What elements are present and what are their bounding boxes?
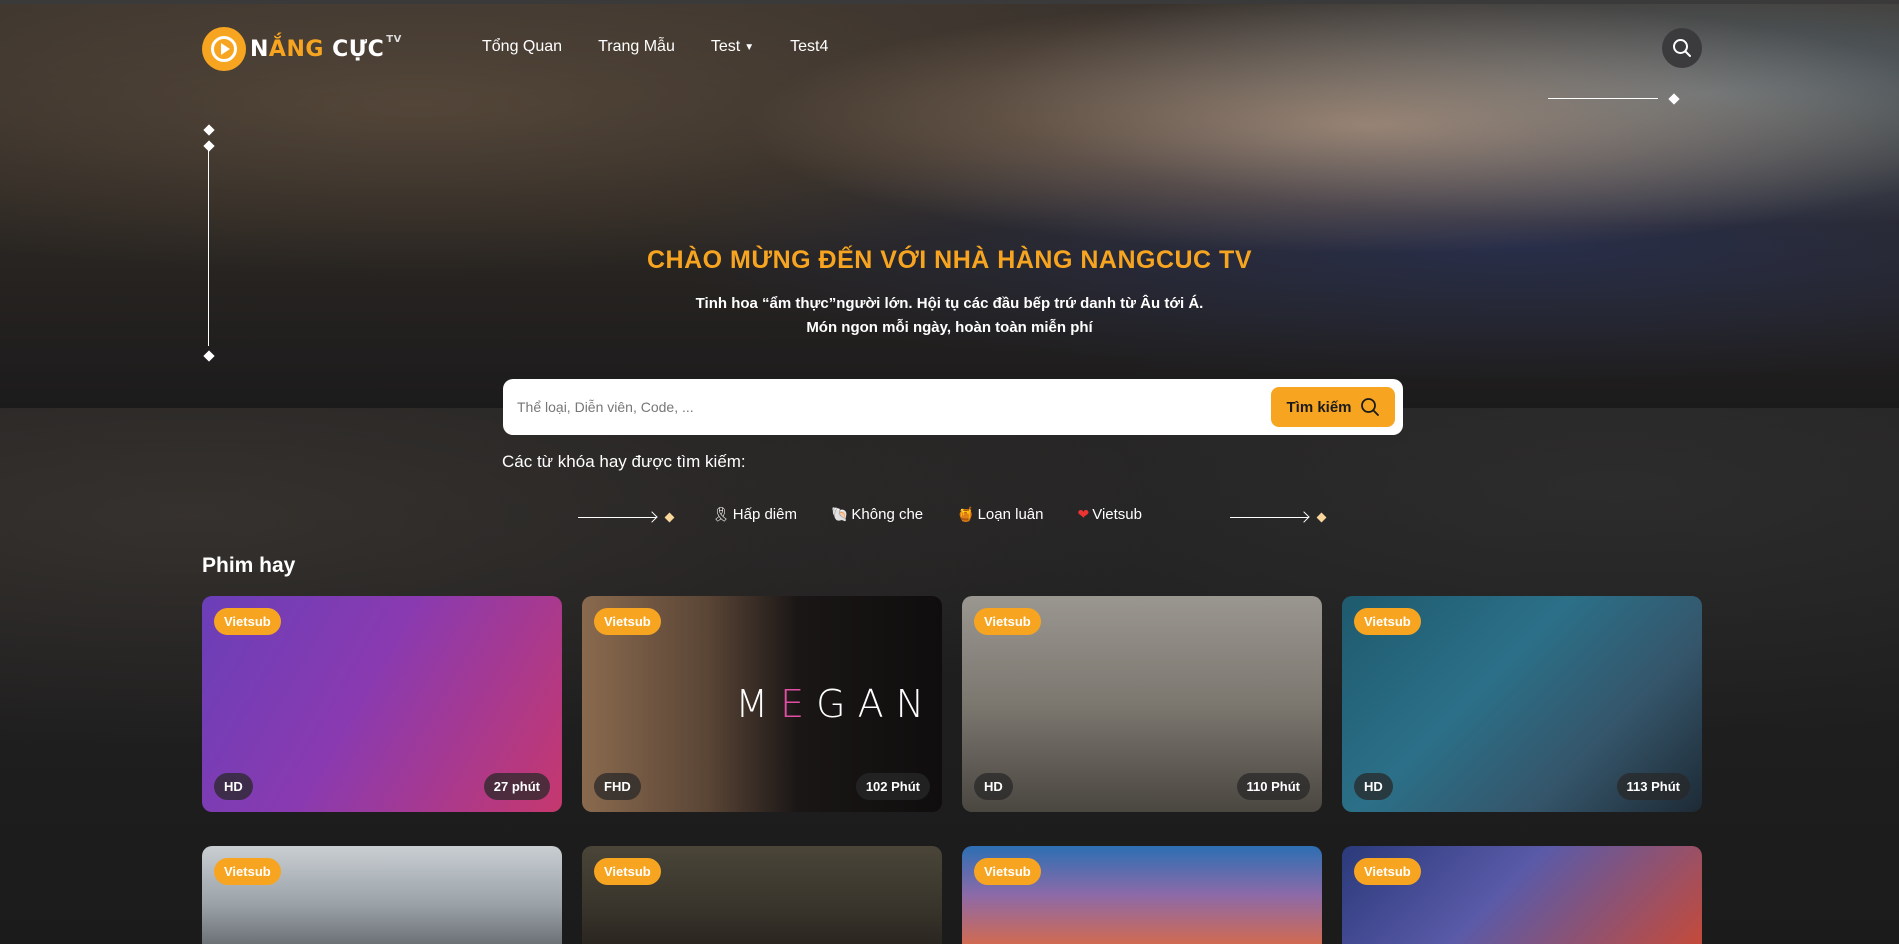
keyword-label: Vietsub xyxy=(1092,506,1142,523)
shell-icon: 🐚 xyxy=(830,506,849,522)
honey-pot-icon: 🍯 xyxy=(957,506,975,522)
keywords-title: Các từ khóa hay được tìm kiếm: xyxy=(502,452,746,471)
hero-subtitle-line-1: Tinh hoa “ẩm thực”người lớn. Hội tụ các … xyxy=(695,295,1204,312)
nav-label: Test xyxy=(710,38,741,55)
section-title: Phim hay xyxy=(202,554,296,577)
nav-label: Tổng Quan xyxy=(482,38,563,55)
keyword-loan-luan[interactable]: 🍯 Loạn luân xyxy=(957,506,1043,523)
vietsub-badge: Vietsub xyxy=(1354,858,1421,885)
vietsub-badge: Vietsub xyxy=(594,858,661,885)
vietsub-badge: Vietsub xyxy=(974,858,1041,885)
heart-icon: ❤ xyxy=(1077,506,1090,522)
hero-title: CHÀO MỪNG ĐẾN VỚI NHÀ HÀNG NANGCUC TV xyxy=(646,246,1252,274)
nav-item-test4[interactable]: Test4 xyxy=(790,38,828,56)
search-submit-button[interactable]: Tìm kiếm xyxy=(1271,387,1395,427)
nav-item-tong-quan[interactable]: Tổng Quan xyxy=(482,38,562,56)
movie-card[interactable]: Vietsub xyxy=(202,846,562,944)
quality-badge: HD xyxy=(214,773,253,800)
movie-card[interactable]: Vietsub HD 27 phút xyxy=(202,596,562,812)
nav-item-trang-mau[interactable]: Trang Mẫu xyxy=(598,38,675,56)
logo-prefix: N xyxy=(250,36,269,62)
movie-card[interactable]: Vietsub MEGAN FHD 102 Phút xyxy=(582,596,942,812)
vietsub-badge: Vietsub xyxy=(594,608,661,635)
decor-horizontal-line xyxy=(1548,93,1680,105)
nav-item-test[interactable]: Test ▼ xyxy=(711,38,754,56)
ribbon-icon: 🎗 xyxy=(712,506,730,522)
duration-badge: 27 phút xyxy=(483,773,550,800)
search-icon xyxy=(1673,39,1691,57)
hero-subtitle-line-2: Món ngon mỗi ngày, hoàn toàn miễn phí xyxy=(806,319,1093,336)
decor-arrow-left xyxy=(578,510,675,526)
main-nav: Tổng Quan Trang Mẫu Test ▼ Test4 xyxy=(482,38,828,56)
hero-subtitle: Tinh hoa “ẩm thực”người lớn. Hội tụ các … xyxy=(0,292,1899,340)
duration-badge: 113 Phút xyxy=(1616,773,1690,800)
movie-card[interactable]: Vietsub HD 110 Phút xyxy=(962,596,1322,812)
logo-text: NẮNG CỰC TV xyxy=(250,33,402,62)
decor-arrow-right xyxy=(1230,510,1327,526)
search-box: Tìm kiếm xyxy=(503,379,1403,435)
movie-card[interactable]: Vietsub HD 113 Phút xyxy=(1342,596,1702,812)
keyword-list: 🎗 Hấp diêm 🐚 Không che 🍯 Loạn luân ❤ Vietsub xyxy=(712,506,1142,523)
keyword-label: Hấp diêm xyxy=(732,506,797,523)
nav-label: Test4 xyxy=(790,38,829,55)
keyword-label: Loạn luân xyxy=(977,506,1044,523)
search-icon xyxy=(1360,398,1379,416)
logo-tv: TV xyxy=(386,33,402,45)
vietsub-badge: Vietsub xyxy=(1354,608,1421,635)
header-search-button[interactable] xyxy=(1662,28,1702,68)
movie-card[interactable]: Vietsub xyxy=(1342,846,1702,944)
quality-badge: FHD xyxy=(594,773,641,800)
duration-badge: 110 Phút xyxy=(1236,773,1310,800)
chevron-down-icon: ▼ xyxy=(744,41,755,53)
logo-accent: ẮNG xyxy=(268,36,324,62)
keywords-row: 🎗 Hấp diêm 🐚 Không che 🍯 Loạn luân ❤ Vietsub xyxy=(0,506,1899,530)
search-submit-label: Tìm kiếm xyxy=(1286,398,1352,416)
nav-label: Trang Mẫu xyxy=(598,38,675,55)
quality-badge: HD xyxy=(974,773,1013,800)
vietsub-badge: Vietsub xyxy=(974,608,1041,635)
site-logo[interactable]: NẮNG CỰC TV xyxy=(202,24,402,74)
keyword-hap-diem[interactable]: 🎗 Hấp diêm xyxy=(712,506,797,523)
duration-badge: 102 Phút xyxy=(855,773,930,800)
keyword-vietsub[interactable]: ❤ Vietsub xyxy=(1078,506,1143,523)
vietsub-badge: Vietsub xyxy=(214,858,281,885)
movie-card[interactable]: Vietsub xyxy=(962,846,1322,944)
quality-badge: HD xyxy=(1354,773,1393,800)
logo-rest: CỰC xyxy=(323,36,385,62)
top-border xyxy=(0,0,1899,4)
search-input[interactable] xyxy=(517,393,1257,421)
movie-card[interactable]: Vietsub xyxy=(582,846,942,944)
vietsub-badge: Vietsub xyxy=(214,608,281,635)
keyword-khong-che[interactable]: 🐚 Không che xyxy=(831,506,923,523)
play-logo-icon xyxy=(202,27,246,71)
keyword-label: Không che xyxy=(851,506,924,523)
poster-title: MEGAN xyxy=(735,682,936,726)
